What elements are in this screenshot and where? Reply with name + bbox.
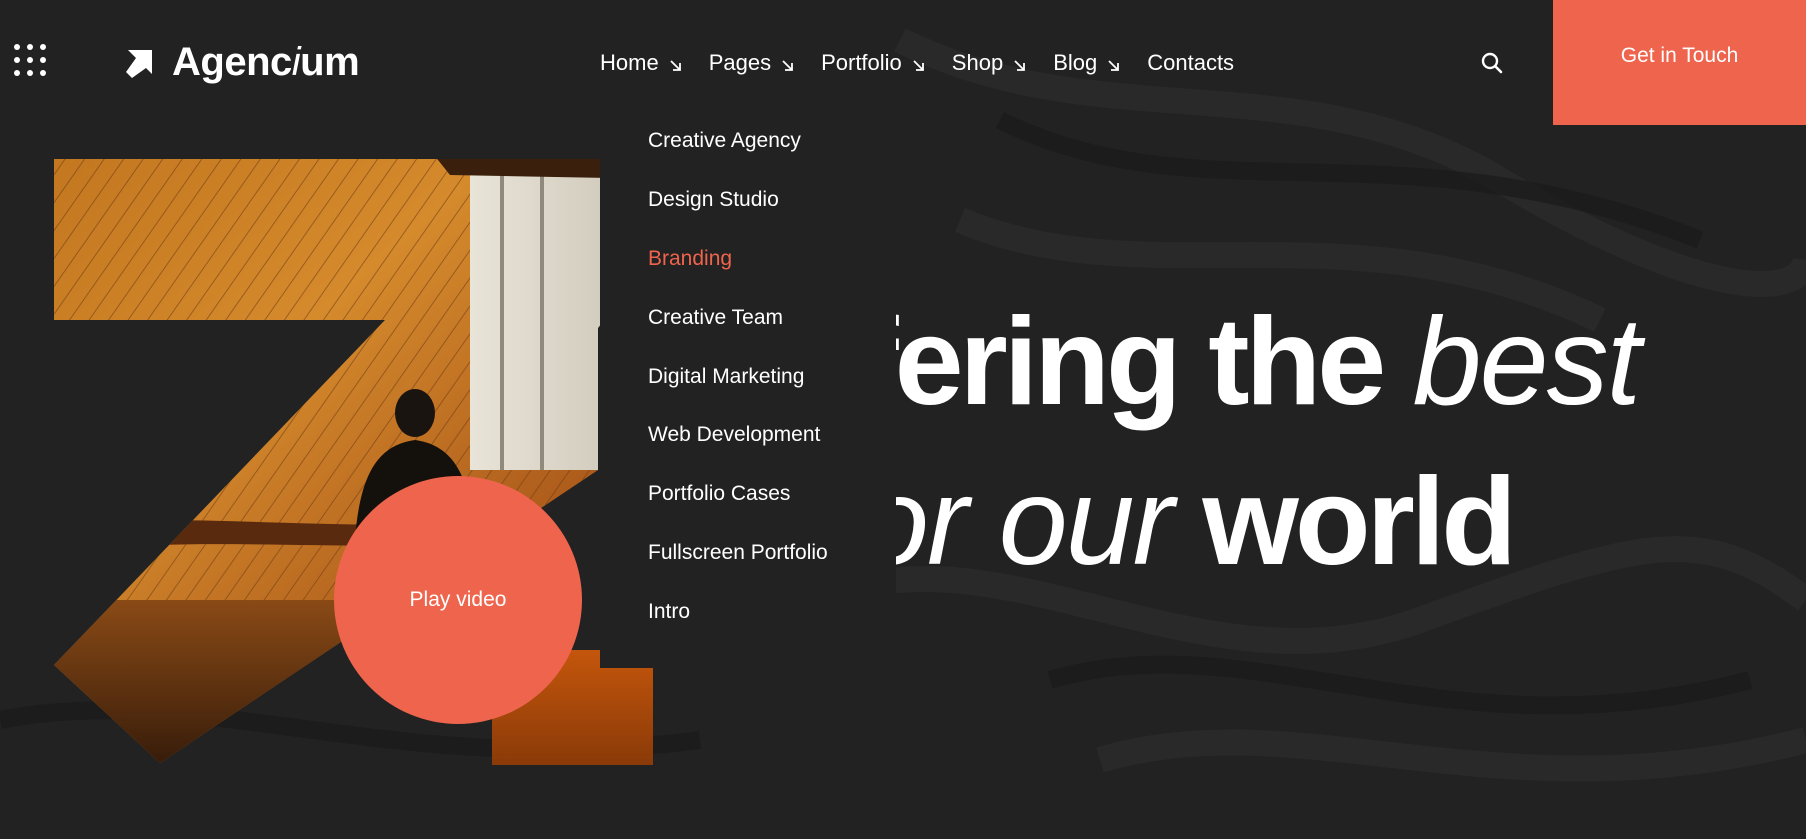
dropdown-item-creative-team[interactable]: Creative Team xyxy=(600,307,896,366)
nav-item-label: Portfolio xyxy=(821,50,902,75)
headline-line-1: ffering the best xyxy=(820,293,1641,431)
arrow-up-right-icon xyxy=(126,49,152,78)
nav-item-label: Contacts xyxy=(1147,50,1235,75)
dropdown-item-digital-marketing[interactable]: Digital Marketing xyxy=(600,366,896,425)
home-dropdown-menu: Creative Agency Design Studio Branding C… xyxy=(600,95,896,668)
headline-line-2: or our world xyxy=(860,453,1517,591)
nav-item-label: Shop xyxy=(951,50,1004,75)
arrow-down-right-icon xyxy=(670,59,681,71)
nav-item-home[interactable]: Home xyxy=(600,50,682,76)
nav-item-portfolio[interactable]: Portfolio xyxy=(821,50,925,76)
arrow-down-right-icon xyxy=(1014,59,1026,71)
search-icon[interactable] xyxy=(1480,51,1504,75)
nav-item-pages[interactable]: Pages xyxy=(709,50,794,76)
logo[interactable]: Agencium xyxy=(124,40,360,85)
nav-item-label: Pages xyxy=(708,50,772,75)
nav-item-label: Blog xyxy=(1053,50,1098,75)
dropdown-item-portfolio-cases[interactable]: Portfolio Cases xyxy=(600,483,896,542)
dropdown-item-web-development[interactable]: Web Development xyxy=(600,424,896,483)
arrow-down-right-icon xyxy=(782,59,793,71)
get-in-touch-button[interactable]: Get in Touch xyxy=(1553,0,1806,125)
grid-dots-icon[interactable] xyxy=(14,44,50,80)
dropdown-item-fullscreen-portfolio[interactable]: Fullscreen Portfolio xyxy=(600,542,896,601)
dropdown-item-creative-agency[interactable]: Creative Agency xyxy=(600,130,896,189)
main-nav: Home Pages Portfolio Shop Blog Contacts xyxy=(600,50,1261,76)
dropdown-item-branding[interactable]: Branding xyxy=(600,248,896,307)
dropdown-item-intro[interactable]: Intro xyxy=(600,601,896,660)
play-video-button[interactable]: Play video xyxy=(334,476,582,724)
logo-text: Agencium xyxy=(172,40,360,84)
arrow-down-right-icon xyxy=(1108,59,1120,71)
nav-item-blog[interactable]: Blog xyxy=(1053,50,1120,76)
nav-item-label: Home xyxy=(600,50,659,75)
dropdown-item-design-studio[interactable]: Design Studio xyxy=(600,189,896,248)
nav-item-contacts[interactable]: Contacts xyxy=(1147,50,1234,76)
nav-item-shop[interactable]: Shop xyxy=(952,50,1026,76)
arrow-down-right-icon xyxy=(913,59,924,71)
